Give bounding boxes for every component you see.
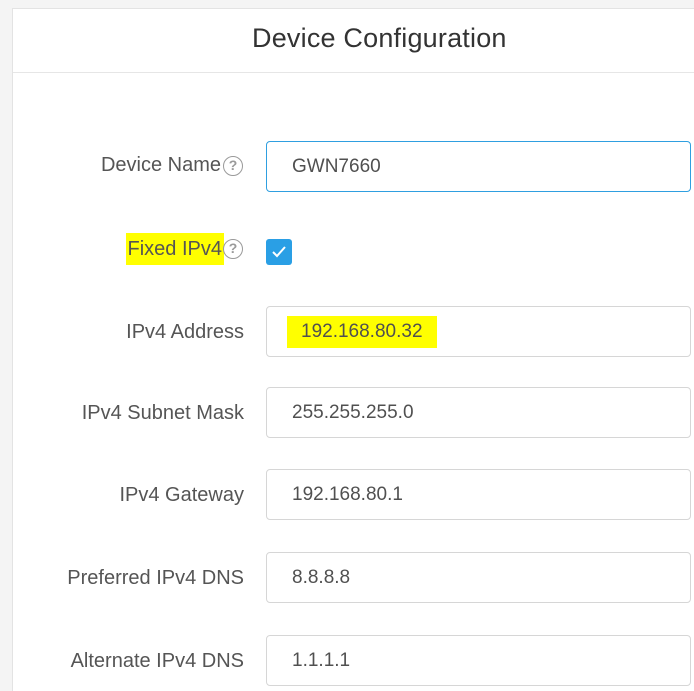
alternate-ipv4-dns-label: Alternate IPv4 DNS — [70, 650, 244, 672]
device-name-field[interactable]: GWN7660 — [266, 141, 691, 192]
ipv4-gateway-field[interactable]: 192.168.80.1 — [266, 469, 691, 520]
page-background: Device Configuration Device Name ? GWN76… — [0, 0, 694, 691]
fixed-ipv4-checkbox[interactable] — [266, 239, 292, 265]
page-title: Device Configuration — [252, 23, 507, 53]
alternate-ipv4-dns-value: 1.1.1.1 — [292, 650, 351, 671]
question-circle-icon[interactable]: ? — [223, 156, 243, 176]
ipv4-subnet-mask-label: IPv4 Subnet Mask — [81, 402, 244, 424]
preferred-ipv4-dns-field[interactable]: 8.8.8.8 — [266, 552, 691, 603]
panel-header: Device Configuration — [13, 9, 694, 73]
ipv4-address-label: IPv4 Address — [126, 321, 244, 343]
ipv4-address-field[interactable]: 192.168.80.32 — [266, 306, 691, 357]
alternate-ipv4-dns-field[interactable]: 1.1.1.1 — [266, 635, 691, 686]
ipv4-subnet-mask-value: 255.255.255.0 — [292, 402, 414, 423]
device-name-label: Device Name — [100, 154, 221, 176]
ipv4-address-value: 192.168.80.32 — [287, 316, 437, 348]
question-circle-icon[interactable]: ? — [223, 239, 243, 259]
ipv4-gateway-label: IPv4 Gateway — [119, 484, 244, 506]
ipv4-subnet-mask-field[interactable]: 255.255.255.0 — [266, 387, 691, 438]
preferred-ipv4-dns-label: Preferred IPv4 DNS — [67, 567, 244, 589]
device-configuration-panel: Device Configuration Device Name ? GWN76… — [12, 8, 694, 691]
ipv4-gateway-value: 192.168.80.1 — [292, 484, 403, 505]
device-name-value: GWN7660 — [292, 156, 381, 177]
preferred-ipv4-dns-value: 8.8.8.8 — [292, 567, 351, 588]
fixed-ipv4-label: Fixed IPv4 — [125, 233, 224, 265]
checkmark-icon — [272, 246, 286, 258]
